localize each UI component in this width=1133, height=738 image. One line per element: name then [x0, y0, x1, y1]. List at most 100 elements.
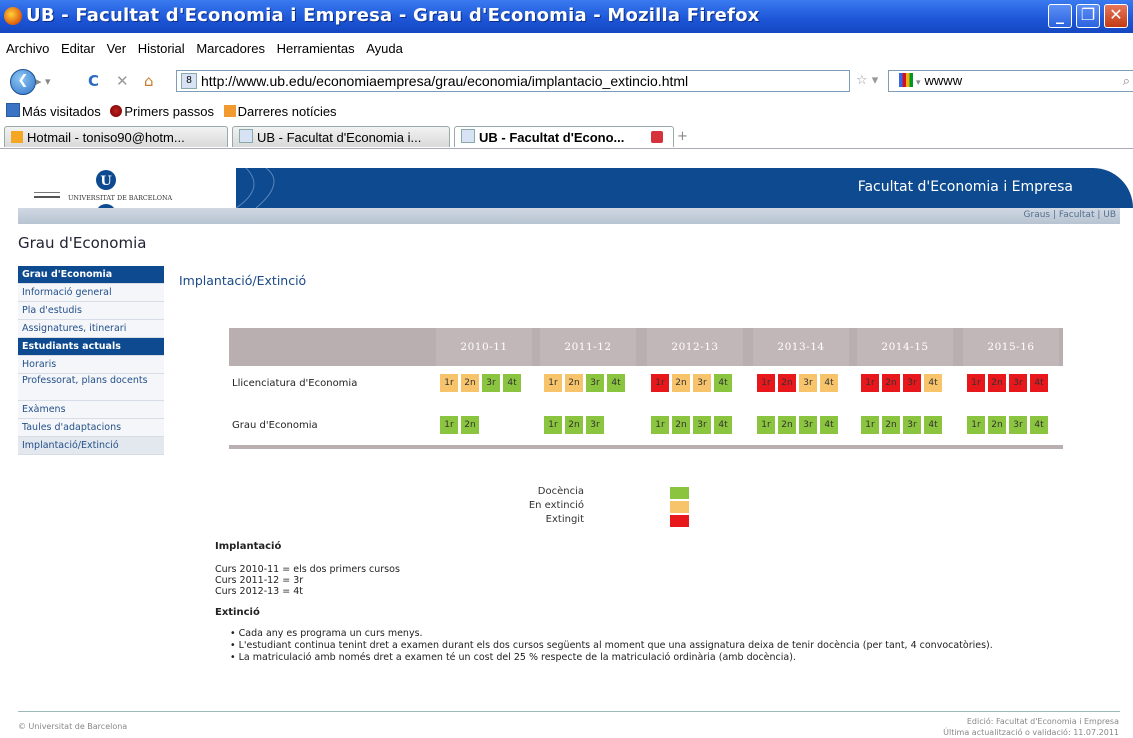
- sidebar-head-estudiants[interactable]: Estudiants actuals: [18, 338, 164, 356]
- implantacio-line: Curs 2012-13 = 4t: [215, 586, 303, 597]
- course-cell: 3r: [799, 374, 817, 392]
- search-icon[interactable]: ⌕: [1123, 71, 1130, 91]
- menu-editar[interactable]: Editar: [61, 41, 95, 56]
- search-value: wwww: [924, 73, 963, 88]
- tab-label: Hotmail - toniso90@hotm...: [27, 130, 185, 145]
- maximize-button[interactable]: ❐: [1076, 4, 1100, 28]
- course-cell: 1r: [440, 374, 458, 392]
- course-cell: 3r: [903, 416, 921, 434]
- course-cell: 2n: [882, 416, 900, 434]
- address-bar[interactable]: 8 http://www.ub.edu/economiaempresa/grau/…: [176, 70, 850, 92]
- menu-herramientas[interactable]: Herramientas: [277, 41, 355, 56]
- course-cell: 3r: [693, 374, 711, 392]
- sidebar-head-grau[interactable]: Grau d'Economia: [18, 266, 164, 284]
- menu-historial[interactable]: Historial: [138, 41, 185, 56]
- link-facultat[interactable]: Facultat: [1059, 210, 1095, 220]
- bookmark-mas-visitados[interactable]: Más visitados: [22, 104, 101, 119]
- bookmark-star-icon[interactable]: ☆ ▾: [856, 73, 878, 88]
- forward-button[interactable]: ▸ ▾: [36, 75, 51, 88]
- course-cell: 3r: [586, 416, 604, 434]
- close-button[interactable]: ✕: [1104, 4, 1128, 28]
- header-band: Facultat d'Economia i Empresa: [236, 168, 1133, 208]
- table-footer-bar: [229, 445, 1063, 449]
- sidebar-item-professorat[interactable]: Professorat, plans docents: [18, 374, 164, 401]
- course-cell: 1r: [861, 374, 879, 392]
- footer-copyright: © Universitat de Barcelona: [18, 722, 128, 731]
- header-curve-decoration: [236, 168, 275, 208]
- menu-ayuda[interactable]: Ayuda: [366, 41, 403, 56]
- year-header-2010-11: 2010-11: [436, 328, 532, 366]
- course-cell: 1r: [967, 374, 985, 392]
- course-cell: 4t: [714, 416, 732, 434]
- course-cell: 1r: [757, 416, 775, 434]
- sidebar-item-horaris[interactable]: Horaris: [18, 356, 164, 374]
- extincio-bullet: • La matriculació amb només dret a exame…: [230, 652, 796, 663]
- tab-close-icon[interactable]: [651, 131, 663, 143]
- course-cell: 2n: [461, 374, 479, 392]
- tab-ub-1[interactable]: UB - Facultat d'Economia i...: [232, 126, 450, 147]
- back-button[interactable]: ❮: [10, 69, 36, 95]
- menu-ver[interactable]: Ver: [107, 41, 127, 56]
- page-title: Grau d'Economia: [18, 234, 147, 252]
- new-tab-button[interactable]: +: [677, 129, 688, 144]
- search-box[interactable]: ▾ wwww ⌕: [888, 70, 1133, 92]
- reload-icon[interactable]: C: [88, 72, 99, 90]
- sidebar-item-taules[interactable]: Taules d'adaptacions: [18, 419, 164, 437]
- implantacio-title: Implantació: [215, 541, 282, 552]
- tab-ub-active[interactable]: UB - Facultat d'Econo...: [454, 126, 674, 147]
- course-cell: 1r: [861, 416, 879, 434]
- course-cell: 4t: [503, 374, 521, 392]
- course-cell: 1r: [651, 374, 669, 392]
- course-cell: 4t: [1030, 416, 1048, 434]
- bookmark-primers-passos[interactable]: Primers passos: [124, 104, 214, 119]
- extincio-bullet: • Cada any es programa un curs menys.: [230, 628, 423, 639]
- most-visited-icon: [6, 103, 20, 117]
- course-cell: 2n: [778, 374, 796, 392]
- menu-marcadores[interactable]: Marcadores: [196, 41, 265, 56]
- minimize-button[interactable]: _: [1048, 4, 1072, 28]
- legend-swatch-red: [670, 515, 689, 527]
- year-header-2012-13: 2012-13: [647, 328, 743, 366]
- ub-favicon: [239, 129, 253, 143]
- legend-label: Extingit: [545, 514, 584, 525]
- tab-hotmail[interactable]: Hotmail - toniso90@hotm...: [4, 126, 228, 147]
- course-cell: 2n: [672, 374, 690, 392]
- sidebar-item-pla-estudis[interactable]: Pla d'estudis: [18, 302, 164, 320]
- bookmark-darreres-noticies[interactable]: Darreres notícies: [238, 104, 337, 119]
- course-cell: 4t: [820, 374, 838, 392]
- ub-favicon: [461, 129, 475, 143]
- year-header-2011-12: 2011-12: [540, 328, 636, 366]
- legend-swatch-green: [670, 487, 689, 499]
- course-cell: 2n: [461, 416, 479, 434]
- course-cell: 4t: [714, 374, 732, 392]
- course-cell: 2n: [988, 416, 1006, 434]
- tab-bar: Hotmail - toniso90@hotm... UB - Facultat…: [0, 124, 1133, 149]
- course-cell: 3r: [903, 374, 921, 392]
- course-cell: 2n: [778, 416, 796, 434]
- sidebar-item-assignatures[interactable]: Assignatures, itinerari: [18, 320, 164, 338]
- menu-archivo[interactable]: Archivo: [6, 41, 49, 56]
- course-cell: 4t: [1030, 374, 1048, 392]
- header-subbar: Graus | Facultat | UB: [18, 208, 1120, 224]
- google-icon: [899, 73, 913, 87]
- tab-label: UB - Facultat d'Economia i...: [257, 130, 422, 145]
- sidebar-item-implantacio[interactable]: Implantació/Extinció: [18, 437, 164, 455]
- bookmarks-toolbar: Más visitados Primers passos Darreres no…: [0, 103, 337, 121]
- course-cell: 4t: [820, 416, 838, 434]
- navigation-toolbar: ❮ ▸ ▾ C ✕ ⌂ 8 http://www.ub.edu/economiae…: [0, 66, 1133, 96]
- sidebar-nav: Grau d'Economia Informació general Pla d…: [18, 266, 164, 455]
- link-ub[interactable]: UB: [1103, 210, 1116, 220]
- legend-label: En extinció: [528, 500, 584, 511]
- link-graus[interactable]: Graus: [1024, 210, 1051, 220]
- sidebar-item-informacio-general[interactable]: Informació general: [18, 284, 164, 302]
- row-label-llicenciatura: Llicenciatura d'Economia: [232, 378, 358, 389]
- firefox-bookmark-icon: [110, 105, 123, 117]
- sidebar-item-examens[interactable]: Exàmens: [18, 401, 164, 419]
- footer-updated: Última actualització o validació: 11.07.…: [943, 728, 1119, 737]
- course-cell: 1r: [967, 416, 985, 434]
- home-icon[interactable]: ⌂: [144, 72, 154, 90]
- hotmail-icon: [11, 131, 23, 143]
- stop-icon[interactable]: ✕: [116, 72, 129, 90]
- course-cell: 2n: [882, 374, 900, 392]
- rss-icon: [223, 105, 236, 117]
